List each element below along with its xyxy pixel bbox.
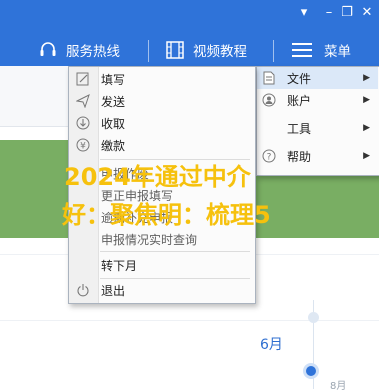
menu-item-correction[interactable]: 更正申报填写 (69, 184, 255, 206)
menu-item-receive[interactable]: 收取 (69, 112, 255, 134)
power-icon (75, 282, 91, 298)
menu-item-label: 发送 (101, 94, 126, 109)
side-submenu: 文件 ▶ 账户 ▶ 工具 ▶ ? 帮助 ▶ (256, 66, 379, 176)
menu-button[interactable]: 菜单 (292, 38, 351, 62)
menu-label: 菜单 (324, 44, 351, 60)
submenu-item-file[interactable]: 文件 ▶ (257, 67, 378, 89)
app-header: ▾ – ❐ ✕ 服务热线 视频教程 菜单 (0, 0, 379, 66)
menu-item-label: 填写 (101, 72, 126, 87)
menu-separator (100, 251, 250, 252)
submenu-item-label: 账户 (287, 93, 312, 108)
chevron-right-icon: ▶ (363, 151, 370, 161)
menu-item-label: 更正申报填写 (101, 188, 174, 203)
menu-item-label: 收取 (101, 116, 126, 131)
menu-item-label: 逾期补充申报 (101, 210, 174, 225)
menu-item-label: 申报作废 (101, 166, 150, 181)
menu-item-exit[interactable]: 退出 (69, 279, 255, 301)
menu-item-payment[interactable]: ¥ 缴款 (69, 134, 255, 156)
timeline-node[interactable] (308, 312, 319, 323)
divider (273, 40, 274, 62)
help-icon: ? (261, 148, 277, 164)
menu-item-fill[interactable]: 填写 (69, 68, 255, 90)
menu-item-realtime-query[interactable]: 申报情况实时查询 (69, 228, 255, 250)
send-icon (75, 93, 91, 109)
menu-item-label: 退出 (101, 283, 126, 298)
submenu-item-help[interactable]: ? 帮助 ▶ (257, 145, 378, 167)
menu-item-label: 缴款 (101, 138, 126, 153)
menu-separator (100, 159, 250, 160)
menu-item-void-declaration[interactable]: 申报作废 (69, 162, 255, 184)
timeline-current-node[interactable] (303, 363, 319, 379)
service-hotline-button[interactable]: 服务热线 (38, 38, 120, 62)
restore-icon[interactable]: ❐ (340, 4, 354, 22)
svg-text:?: ? (267, 153, 272, 163)
chevron-right-icon: ▶ (363, 95, 370, 105)
submenu-item-label: 帮助 (287, 149, 312, 164)
timeline-month-label[interactable]: 6月 (260, 334, 283, 354)
menu-item-label: 申报情况实时查询 (101, 232, 198, 247)
chevron-right-icon: ▶ (363, 73, 370, 83)
submenu-item-account[interactable]: 账户 ▶ (257, 89, 378, 111)
divider (148, 40, 149, 62)
video-tutorial-button[interactable]: 视频教程 (165, 38, 247, 62)
edit-icon (75, 71, 91, 87)
svg-text:¥: ¥ (80, 142, 86, 152)
minimize-icon[interactable]: – (322, 4, 336, 22)
headset-icon (38, 40, 58, 60)
menu-item-next-month[interactable]: 转下月 (69, 254, 255, 276)
menu-item-label: 转下月 (101, 258, 138, 273)
dropdown-icon[interactable]: ▾ (297, 4, 311, 22)
film-icon (165, 40, 185, 60)
menu-item-send[interactable]: 发送 (69, 90, 255, 112)
service-hotline-label: 服务热线 (66, 44, 120, 60)
menu-item-overdue[interactable]: 逾期补充申报 (69, 206, 255, 228)
timeline-next-label: 8月 (330, 381, 347, 392)
file-icon (261, 70, 277, 86)
main-dropdown-menu: 填写 发送 收取 ¥ 缴款 申报作废 更正申报填写 逾期补充申报 申报情况实时查… (68, 66, 256, 304)
submenu-item-label: 工具 (287, 121, 312, 136)
chevron-right-icon: ▶ (363, 123, 370, 133)
receive-icon (75, 115, 91, 131)
divider (0, 320, 379, 321)
submenu-item-tools[interactable]: 工具 ▶ (257, 117, 378, 139)
submenu-item-label: 文件 (287, 71, 312, 86)
video-tutorial-label: 视频教程 (193, 44, 247, 60)
hamburger-icon (292, 41, 312, 59)
user-icon (261, 92, 277, 108)
close-icon[interactable]: ✕ (360, 4, 374, 22)
payment-icon: ¥ (75, 137, 91, 153)
